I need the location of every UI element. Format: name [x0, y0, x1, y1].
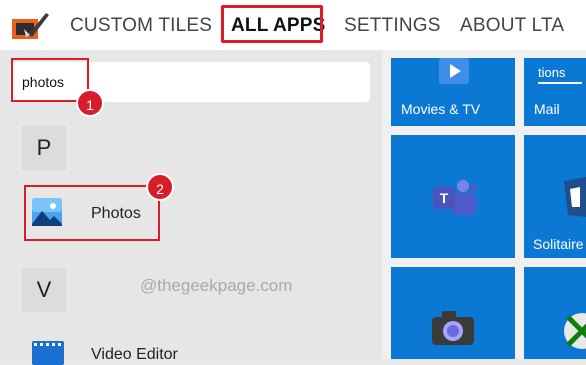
tab-about-lta[interactable]: ABOUT LTA — [460, 12, 564, 40]
app-logo-icon — [12, 13, 49, 39]
tab-settings[interactable]: SETTINGS — [344, 12, 441, 40]
tile-movies-tv[interactable]: Movies & TV — [391, 58, 515, 126]
highlight-box-photos — [24, 185, 160, 241]
step-badge-1: 1 — [76, 89, 104, 117]
tab-custom-tiles[interactable]: CUSTOM TILES — [70, 12, 212, 40]
tile-solitaire[interactable]: Solitaire — [524, 135, 586, 258]
play-icon — [439, 58, 469, 84]
watermark-text: @thegeekpage.com — [140, 276, 293, 295]
camera-icon — [432, 311, 474, 345]
tile-xbox[interactable] — [524, 267, 586, 359]
video-editor-icon — [32, 341, 64, 365]
solitaire-icon — [564, 177, 586, 217]
tile-label-mail: Mail — [534, 101, 560, 117]
tile-mail-top-text: tions — [538, 65, 566, 80]
group-header-v[interactable]: V — [22, 268, 66, 312]
tile-label-movies-tv: Movies & TV — [401, 101, 481, 117]
teams-icon: T — [433, 180, 477, 215]
app-item-video-editor[interactable]: Video Editor — [91, 346, 178, 364]
xbox-icon — [564, 313, 586, 349]
mail-icon — [538, 82, 582, 84]
top-navigation-bar: CUSTOM TILES ALL APPS SETTINGS ABOUT LTA — [0, 0, 586, 50]
group-header-p[interactable]: P — [22, 126, 66, 170]
tile-label-solitaire: Solitaire — [533, 236, 584, 252]
tile-mail[interactable]: tions Mail — [524, 58, 586, 126]
svg-text:T: T — [440, 190, 449, 206]
tiles-area: Movies & TV tions Mail T Solitaire — [382, 50, 586, 359]
tile-camera[interactable] — [391, 267, 515, 359]
tile-teams[interactable]: T — [391, 135, 515, 258]
highlight-box-all-apps — [221, 5, 323, 43]
step-badge-2: 2 — [146, 173, 174, 201]
